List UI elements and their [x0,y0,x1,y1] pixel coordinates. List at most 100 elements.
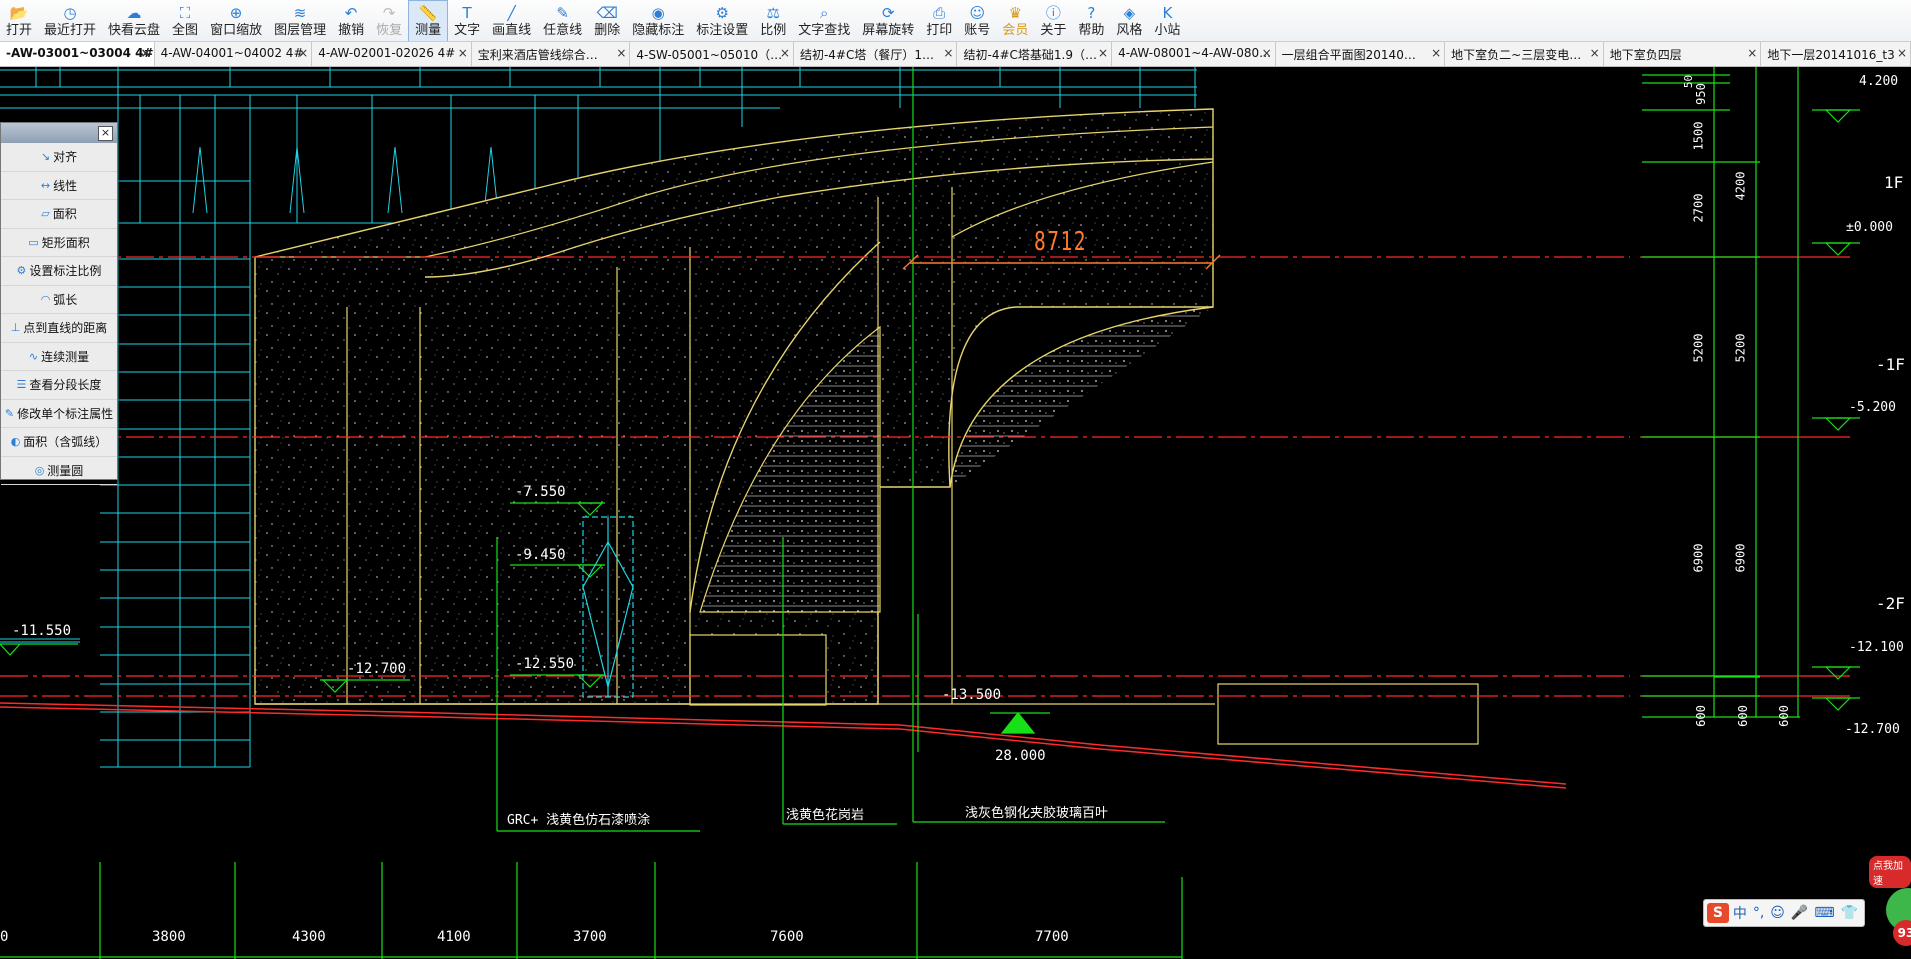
toolbar-button-text[interactable]: T 文字 [448,0,486,41]
level-label: -12.700 [347,661,407,677]
dim-label: 600 [1776,705,1791,727]
toolbar-button-clock[interactable]: ◷ 最近打开 [38,0,102,41]
toolbar-button-fit-all[interactable]: ⛶ 全图 [166,0,204,41]
right-level-label: -12.700 [1845,722,1900,737]
document-tab[interactable]: 宝利来酒店管线综合… × [472,42,631,66]
measure-tool-icon: ▭ [28,235,39,249]
emoji-icon[interactable]: ☺ [1770,905,1785,921]
measure-panel-header[interactable]: × [1,123,117,143]
help-icon: ? [1087,5,1096,21]
tab-label: 地下一层20141016_t3 [1767,48,1895,62]
tab-close-icon[interactable]: × [458,46,468,60]
measure-tool-item[interactable]: ✎ 修改单个标注属性 [1,400,117,428]
measure-tool-item[interactable]: ↔ 线性 [1,172,117,200]
bottom-dim-label: 7600 [770,929,804,945]
toolbar-button-pencil[interactable]: ✎ 任意线 [537,0,588,41]
tab-label: 一层组合平面图20140… [1281,48,1416,62]
document-tabs: -AW-03001~03004 4# × 4-AW-04001~04002 4# × 4… [0,42,1911,67]
tab-close-icon[interactable]: × [1590,46,1600,60]
measure-tool-item[interactable]: ◎ 测量圆 [1,457,117,485]
tab-close-icon[interactable]: × [1897,46,1907,60]
close-icon[interactable]: × [98,126,113,141]
toolbar-button-vip[interactable]: ♛ 会员 [996,0,1034,41]
measure-tool-item[interactable]: ◐ 面积（含弧线） [1,428,117,457]
document-tab[interactable]: 4-AW-08001~4-AW-080… × [1112,42,1276,66]
tab-close-icon[interactable]: × [780,46,790,60]
measure-tool-label: 设置标注比例 [29,264,102,279]
measure-panel[interactable]: × ↘ 对齐 ↔ 线性 ▱ 面积 ▭ 矩形面积 ⚙ 设置标注比例 ◠ 弧长 ⊥ 点到直线的距离 ∿ 连续测量 ☰… [0,122,118,485]
toolbar-button-eye[interactable]: ◉ 隐藏标注 [626,0,690,41]
keyboard-icon[interactable]: ⌨ [1814,905,1834,921]
measure-tool-item[interactable]: ▭ 矩形面积 [1,229,117,257]
measure-tool-item[interactable]: ▱ 面积 [1,200,117,229]
level-label: -11.550 [12,623,72,639]
toolbar-button-find-text[interactable]: ⌕ 文字查找 [792,0,856,41]
right-level-label: -12.100 [1849,640,1904,655]
tab-close-icon[interactable]: × [1431,46,1441,60]
document-tab[interactable]: 4-AW-04001~04002 4# × [155,42,313,66]
material-note: GRC+ 浅黄色仿石漆喷涂 [507,813,651,828]
user-icon: ☺ [969,5,986,21]
toolbar-button-line[interactable]: ╱ 画直线 [486,0,537,41]
toolbar-button-ruler[interactable]: 📏 测量 [408,0,449,41]
toolbar-button-scale[interactable]: ⚖ 比例 [754,0,792,41]
drawing-canvas[interactable]: 8712 -7.550 -9.450 -12.550 -12.700 -11.5… [0,67,1911,959]
toolbar-button-label: 图层管理 [274,23,327,38]
tab-close-icon[interactable]: × [1098,46,1108,60]
tab-label: 结初-4#C塔基础1.9（… [963,48,1097,62]
toolbar-button-k-station[interactable]: K 小站 [1148,0,1186,41]
level-label: -9.450 [515,547,566,563]
measure-tool-icon: ∿ [28,349,39,363]
measure-tool-item[interactable]: ⚙ 设置标注比例 [1,257,117,286]
measure-tool-item[interactable]: ∿ 连续测量 [1,343,117,371]
mic-icon[interactable]: 🎤 [1791,905,1808,921]
toolbar-button-zoom-window[interactable]: ⊕ 窗口缩放 [204,0,268,41]
tab-close-icon[interactable]: × [1262,46,1272,60]
document-tab[interactable]: 4-AW-02001-02026 4# × [312,42,472,66]
toolbar-button-cloud[interactable]: ☁ 快看云盘 [102,0,166,41]
toolbar-button-label: 删除 [594,23,621,38]
measure-tool-item[interactable]: ☰ 查看分段长度 [1,371,117,400]
toolbar-button-style[interactable]: ◈ 风格 [1110,0,1148,41]
bottom-dim-label: 0 [0,929,9,945]
document-tab[interactable]: 地下室负四层 × [1604,42,1762,66]
zoom-window-icon: ⊕ [229,5,243,21]
toolbar-button-gear[interactable]: ⚙ 标注设置 [690,0,754,41]
bottom-dim-label: 4100 [437,929,471,945]
tab-close-icon[interactable]: × [616,46,626,60]
document-tab[interactable]: 地下一层20141016_t3 × [1761,42,1911,66]
toolbar-button-eraser[interactable]: ⌫ 删除 [588,0,626,41]
toolbar-button-rotate[interactable]: ⟳ 屏幕旋转 [856,0,920,41]
toolbar-button-info[interactable]: ⓘ 关于 [1034,0,1072,41]
toolbar-button-user[interactable]: ☺ 账号 [958,0,996,41]
tab-close-icon[interactable]: × [943,46,953,60]
ime-toolbar[interactable]: S 中 °, ☺ 🎤 ⌨ 👕 [1703,899,1865,927]
toolbar-button-layers[interactable]: ≋ 图层管理 [268,0,332,41]
ime-mode[interactable]: 中 [1733,903,1747,923]
dim-label: 6900 [1733,543,1748,573]
toolbar-button-help[interactable]: ? 帮助 [1072,0,1110,41]
ime-punct[interactable]: °, [1753,905,1764,921]
measure-tool-item[interactable]: ⊥ 点到直线的距离 [1,314,117,343]
toolbar-button-printer[interactable]: ⎙ 打印 [920,0,958,41]
folder-open-icon: 📂 [9,5,29,21]
measure-tool-item[interactable]: ↘ 对齐 [1,143,117,172]
document-tab[interactable]: 地下室负二~三层变电… × [1445,42,1604,66]
tab-close-icon[interactable]: × [298,46,308,60]
speed-up-badge[interactable]: 点我加速 [1869,856,1911,888]
measure-tool-icon: ⊥ [10,321,21,335]
toolbar-button-undo[interactable]: ↶ 撤销 [332,0,370,41]
toolbar-button-redo[interactable]: ↷ 恢复 [370,0,408,41]
skin-icon[interactable]: 👕 [1841,905,1858,921]
document-tab[interactable]: 结初-4#C塔基础1.9（… × [957,42,1113,66]
document-tab[interactable]: -AW-03001~03004 4# × [0,42,155,66]
toolbar-button-label: 文字 [454,23,481,38]
sogou-logo-icon[interactable]: S [1707,903,1729,923]
document-tab[interactable]: 结初-4#C塔（餐厅）1… × [794,42,958,66]
document-tab[interactable]: 一层组合平面图20140… × [1276,42,1446,66]
document-tab[interactable]: 4-SW-05001~05010（… × [630,42,794,66]
tab-close-icon[interactable]: × [1747,46,1757,60]
measure-tool-item[interactable]: ◠ 弧长 [1,286,117,314]
tab-close-icon[interactable]: × [141,46,151,60]
toolbar-button-folder-open[interactable]: 📂 打开 [0,0,38,41]
